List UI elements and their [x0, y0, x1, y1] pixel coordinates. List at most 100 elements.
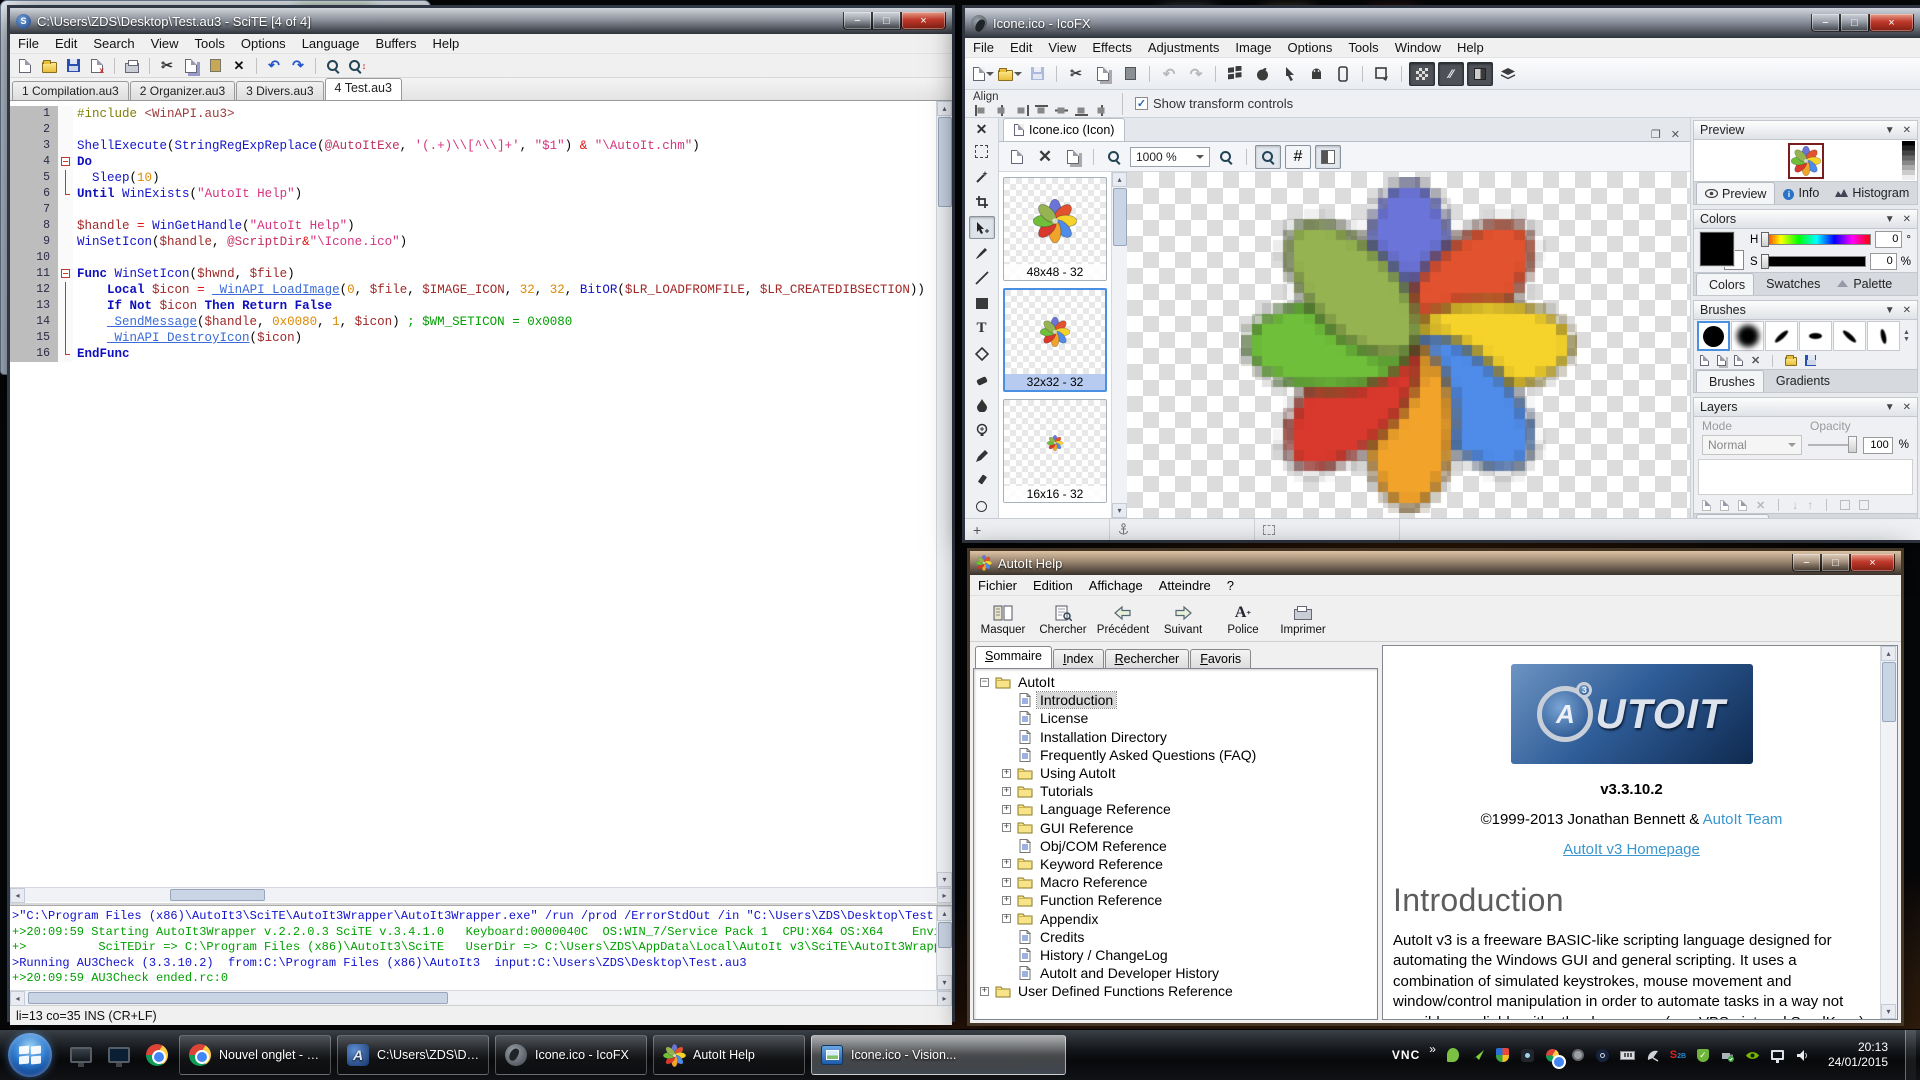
scroll-up-icon[interactable]: ▴: [1112, 172, 1127, 187]
tab-info[interactable]: iInfo: [1775, 182, 1827, 204]
tab-brushes[interactable]: Brushes: [1696, 370, 1764, 392]
scroll-down-icon[interactable]: ▾: [1881, 1004, 1896, 1019]
convert-icon[interactable]: [1370, 62, 1394, 86]
zoom-in-icon[interactable]: [1214, 145, 1238, 169]
scroll-up-icon[interactable]: ▴: [937, 906, 952, 921]
tab-palette[interactable]: Palette: [1828, 273, 1900, 295]
edit-brush-icon[interactable]: [1734, 355, 1743, 366]
blur-tool-icon[interactable]: [969, 393, 995, 416]
tab-gradients[interactable]: Gradients: [1764, 370, 1838, 392]
maximize-button[interactable]: □: [1821, 554, 1850, 572]
icon-size-32x32-32[interactable]: 32x32 - 32: [1003, 288, 1107, 392]
blend-mode-select[interactable]: Normal: [1702, 435, 1802, 455]
close-panel-icon[interactable]: ✕: [1903, 125, 1911, 136]
save-icon[interactable]: [62, 56, 84, 76]
line-tool-icon[interactable]: [969, 267, 995, 290]
cursor-icon[interactable]: [1277, 62, 1301, 86]
scrollbar-thumb[interactable]: [1882, 662, 1896, 722]
collapse-icon[interactable]: −: [980, 678, 989, 687]
close-button[interactable]: ×: [1850, 554, 1895, 572]
tab-histogram[interactable]: Histogram: [1827, 182, 1917, 204]
taskbar-button-autoit-help[interactable]: AutoIt Help: [653, 1035, 805, 1075]
code-editor[interactable]: 1#include <WinAPI.au3>23ShellExecute(Str…: [10, 101, 936, 887]
menu-item-edition[interactable]: Edition: [1025, 577, 1081, 594]
tree-item[interactable]: Introduction: [976, 691, 1375, 709]
close-panel-icon[interactable]: ✕: [1903, 214, 1911, 225]
tree-item[interactable]: Credits: [976, 928, 1375, 946]
move-tool-icon[interactable]: [969, 216, 995, 239]
layer-option-icon[interactable]: [1859, 500, 1869, 510]
brush-shape-2[interactable]: [1731, 321, 1764, 351]
chrome-tray-icon[interactable]: [1545, 1047, 1561, 1063]
layers-list[interactable]: [1698, 459, 1913, 495]
float-panel-icon[interactable]: ❐: [1651, 128, 1661, 141]
brush-tool-icon[interactable]: [969, 241, 995, 264]
icofx-titlebar[interactable]: Icone.ico - IcoFX − □ ×: [965, 8, 1920, 38]
tree-item[interactable]: +Macro Reference: [976, 873, 1375, 891]
hue-value[interactable]: 0: [1875, 231, 1902, 248]
scroll-down-icon[interactable]: ▾: [937, 975, 952, 990]
editor-vertical-scrollbar[interactable]: ▴ ▾: [936, 101, 952, 887]
menu-item-adjustments[interactable]: Adjustments: [1140, 38, 1228, 57]
file-tab-4-test-au3[interactable]: 4 Test.au3: [325, 78, 402, 100]
size-list-scrollbar[interactable]: ▴ ▾: [1111, 172, 1127, 518]
webcam-icon[interactable]: [1570, 1047, 1586, 1063]
tree-item[interactable]: +GUI Reference: [976, 819, 1375, 837]
show-transform-checkbox[interactable]: ✓: [1135, 97, 1148, 110]
green-bubble-icon[interactable]: [1445, 1047, 1461, 1063]
maximize-button[interactable]: □: [1840, 14, 1869, 32]
menu-item-buffers[interactable]: Buffers: [368, 34, 425, 53]
toolbar-button-masquer[interactable]: Masquer: [974, 598, 1032, 640]
redo-icon[interactable]: ↷: [287, 56, 309, 76]
tab-favoris[interactable]: Favoris: [1190, 649, 1251, 668]
new-layer-icon[interactable]: [1702, 500, 1711, 511]
new-image-icon[interactable]: [1005, 145, 1029, 169]
brush-shape-5[interactable]: [1833, 321, 1866, 351]
align-button-3[interactable]: [1013, 103, 1030, 117]
tab-rechercher[interactable]: Rechercher: [1105, 649, 1190, 668]
scroll-down-icon[interactable]: ▾: [1112, 503, 1127, 518]
brush-shape-3[interactable]: [1765, 321, 1798, 351]
tray-expand-icon[interactable]: »: [1429, 1042, 1436, 1056]
scroll-left-icon[interactable]: ◂: [10, 991, 25, 1006]
scrollbar-thumb[interactable]: [170, 889, 265, 901]
selection-tool-icon[interactable]: [969, 140, 995, 163]
steam-icon[interactable]: [1595, 1047, 1611, 1063]
satellite-icon[interactable]: [1645, 1047, 1661, 1063]
saturation-value[interactable]: 0: [1870, 253, 1897, 270]
toggle-brush-icon[interactable]: ⁄⁄: [1438, 62, 1464, 86]
cut-icon[interactable]: ✂: [156, 56, 178, 76]
apple-export-icon[interactable]: [1250, 62, 1274, 86]
menu-item-tools[interactable]: Tools: [187, 34, 233, 53]
duplicate-image-icon[interactable]: [1061, 145, 1085, 169]
tree-item[interactable]: History / ChangeLog: [976, 946, 1375, 964]
expand-icon[interactable]: +: [1002, 914, 1011, 923]
merge-layer-icon[interactable]: [1738, 500, 1747, 511]
chevron-down-icon[interactable]: ▼: [1885, 402, 1895, 413]
show-desktop-button[interactable]: [1905, 1030, 1916, 1080]
opacity-slider[interactable]: [1808, 444, 1857, 446]
zoom-out-icon[interactable]: [1102, 145, 1126, 169]
minimize-button[interactable]: −: [1792, 554, 1821, 572]
console-horizontal-scrollbar[interactable]: ◂ ▸: [10, 990, 952, 1005]
duplicate-brush-icon[interactable]: [1717, 355, 1726, 366]
duplicate-layer-icon[interactable]: [1720, 500, 1729, 511]
toolbar-button-pr-c-dent[interactable]: Précédent: [1094, 598, 1152, 640]
paste-icon[interactable]: [1118, 62, 1142, 86]
chevron-down-icon[interactable]: ▼: [1885, 305, 1895, 316]
menu-item-atteindre[interactable]: Atteindre: [1151, 577, 1219, 594]
expand-icon[interactable]: +: [1002, 787, 1011, 796]
magic-wand-tool-icon[interactable]: [969, 165, 995, 188]
tree-item[interactable]: AutoIt and Developer History: [976, 964, 1375, 982]
menu-item-help[interactable]: Help: [1449, 38, 1492, 57]
new-file-icon[interactable]: [14, 56, 36, 76]
crop-tool-icon[interactable]: [969, 191, 995, 214]
nvidia-icon[interactable]: [1745, 1047, 1761, 1063]
align-button-4[interactable]: [1033, 103, 1050, 117]
delete-layer-icon[interactable]: ✕: [1756, 499, 1765, 512]
keyboard-icon[interactable]: [1620, 1047, 1636, 1063]
usb-icon[interactable]: [1720, 1047, 1736, 1063]
tree-item[interactable]: License: [976, 709, 1375, 727]
expand-icon[interactable]: +: [1002, 823, 1011, 832]
menu-item-[interactable]: ?: [1219, 577, 1242, 594]
